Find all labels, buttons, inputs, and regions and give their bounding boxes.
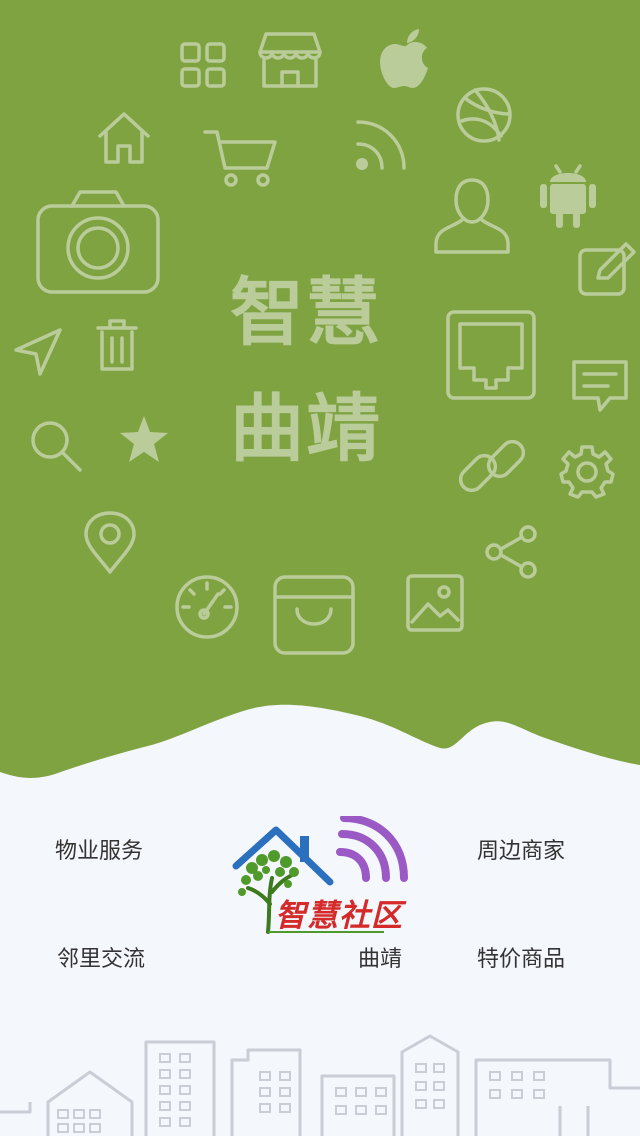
logo-signal-arc — [336, 848, 370, 882]
logo-chimney — [300, 836, 309, 862]
hero-title-line1: 智慧 — [230, 270, 382, 356]
ethernet-icon — [446, 310, 536, 400]
trash-icon — [96, 318, 138, 372]
send-icon — [14, 328, 64, 376]
location-icon — [82, 510, 138, 576]
logo-brand-text: 智慧社区 — [275, 898, 403, 934]
message-icon — [570, 358, 630, 414]
home-icon — [96, 110, 152, 166]
apple-icon — [378, 28, 434, 92]
hero-title-line2: 曲靖 — [230, 386, 382, 472]
rss-icon — [354, 116, 410, 172]
gear-icon — [559, 444, 615, 499]
gauge-icon — [174, 574, 240, 640]
user-icon — [432, 176, 512, 256]
search-icon — [30, 420, 84, 474]
cart-icon — [203, 126, 279, 190]
store-icon — [258, 30, 322, 90]
grid-icon — [180, 42, 226, 88]
link-icon — [454, 428, 530, 504]
city-label: 曲靖 — [358, 947, 403, 972]
camera-icon — [36, 190, 160, 294]
menu-special-goods[interactable]: 特价商品 — [477, 941, 565, 973]
android-icon — [540, 160, 596, 230]
menu-nearby-merchants[interactable]: 周边商家 — [477, 833, 565, 865]
star-icon — [118, 414, 170, 464]
dribbble-icon — [455, 86, 513, 144]
city-skyline — [0, 1034, 640, 1136]
menu-neighbor-exchange[interactable]: 邻里交流 — [57, 941, 145, 973]
bag-icon — [273, 575, 355, 655]
menu-property-service[interactable]: 物业服务 — [55, 833, 143, 865]
edit-icon — [578, 242, 636, 298]
image-icon — [406, 574, 464, 632]
share-icon — [484, 524, 540, 580]
